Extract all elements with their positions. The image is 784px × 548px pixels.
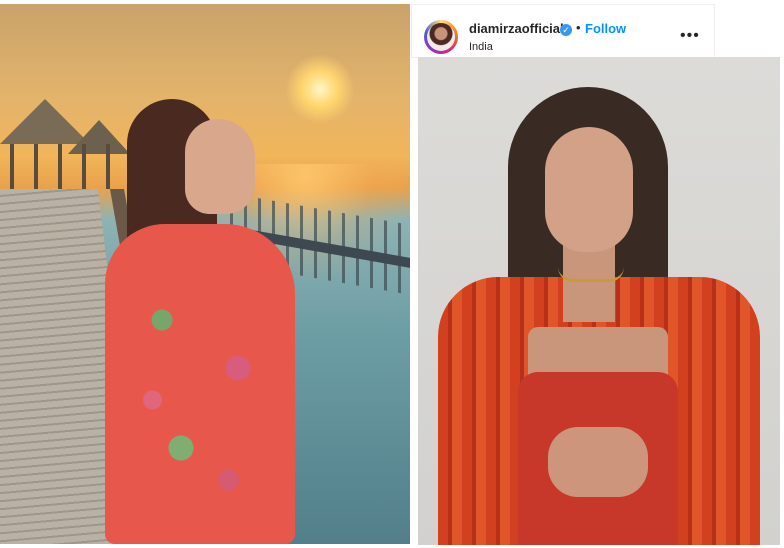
hut-roof: [0, 99, 90, 144]
avatar-image: [427, 23, 455, 51]
more-options-icon[interactable]: •••: [680, 27, 700, 45]
follow-button[interactable]: Follow: [585, 21, 626, 36]
verified-badge-icon: ✓: [560, 24, 572, 36]
post-video-frame[interactable]: [418, 57, 780, 545]
gold-necklace: [558, 267, 624, 282]
profile-avatar[interactable]: [424, 20, 458, 54]
floral-dress: [105, 224, 295, 544]
hut-posts: [10, 144, 120, 189]
instagram-post-header: diamirzaofficial ✓ • Follow India •••: [411, 4, 715, 58]
woman-in-floral-dress: [105, 99, 305, 544]
clasped-hands: [548, 427, 648, 497]
neck: [563, 242, 615, 322]
location-link[interactable]: India: [469, 41, 493, 53]
sunset-pier-photo: [0, 4, 410, 544]
separator-dot: •: [576, 20, 581, 35]
face: [185, 119, 255, 214]
face: [545, 127, 633, 252]
username-link[interactable]: diamirzaofficial: [469, 21, 564, 36]
